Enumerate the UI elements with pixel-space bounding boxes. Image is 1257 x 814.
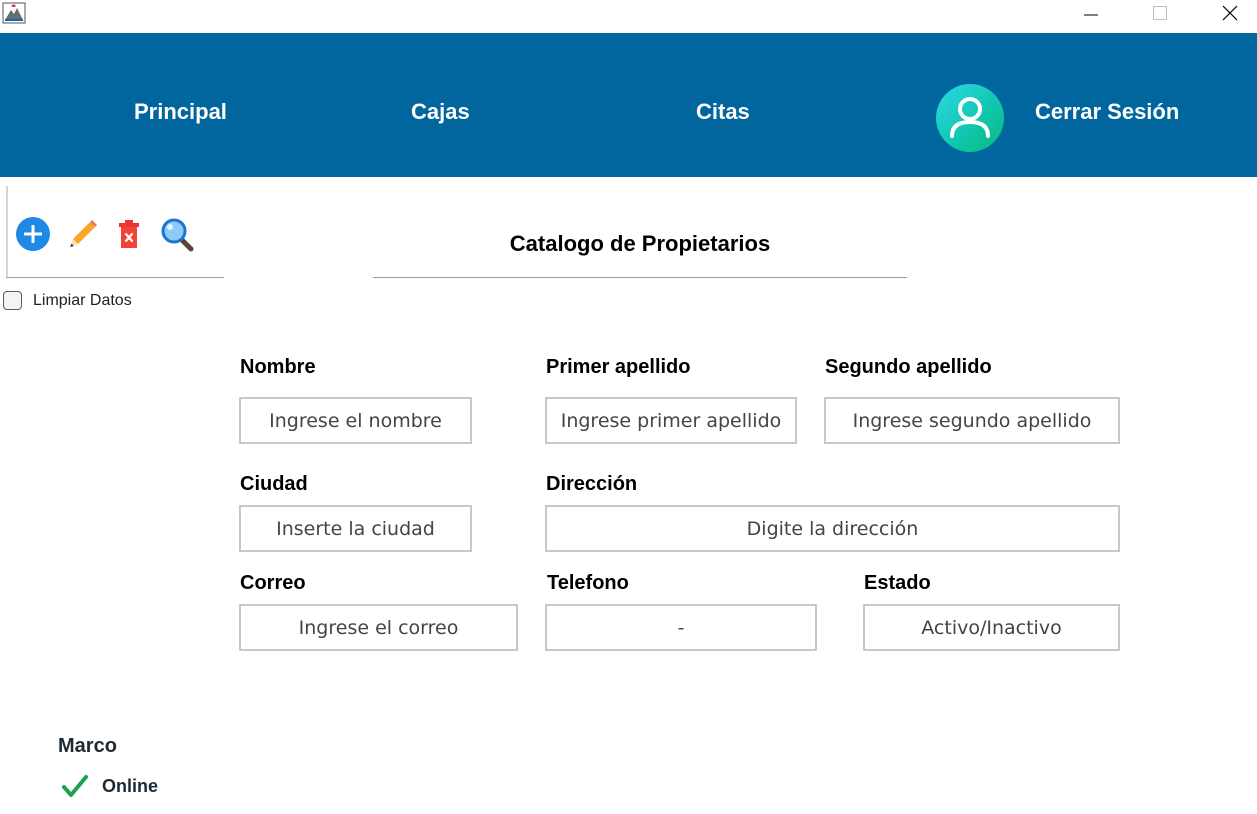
logout-button[interactable]: Cerrar Sesión	[1035, 99, 1179, 125]
close-icon	[1222, 5, 1238, 21]
delete-trash-icon	[119, 220, 139, 248]
top-navbar: Principal Cajas Citas Cerrar Sesión	[0, 33, 1257, 177]
nombre-label: Nombre	[240, 356, 316, 378]
estado-label: Estado	[864, 572, 931, 594]
maximize-icon	[1153, 6, 1167, 20]
close-button[interactable]	[1205, 0, 1255, 26]
nav-principal[interactable]: Principal	[134, 99, 227, 125]
nav-cajas[interactable]: Cajas	[411, 99, 470, 125]
java-app-icon	[2, 2, 26, 24]
user-avatar-icon	[936, 84, 1004, 152]
clear-data-checkbox[interactable]: Limpiar Datos	[3, 291, 132, 310]
checkbox-box[interactable]	[3, 291, 22, 310]
edit-pencil-icon	[70, 220, 97, 247]
ciudad-input[interactable]	[239, 505, 472, 552]
online-check-icon	[62, 775, 88, 797]
page-title: Catalogo de Propietarios	[509, 231, 771, 256]
crud-toolbar	[0, 186, 224, 278]
correo-label: Correo	[240, 572, 306, 594]
current-user-name: Marco	[58, 735, 117, 757]
primer-apellido-input[interactable]	[545, 397, 797, 444]
search-button[interactable]	[158, 216, 196, 254]
toolbar-divider	[6, 277, 224, 278]
window-titlebar	[0, 0, 1257, 33]
nav-citas[interactable]: Citas	[696, 99, 750, 125]
estado-input[interactable]	[863, 604, 1120, 651]
correo-input[interactable]	[239, 604, 518, 651]
maximize-button[interactable]	[1135, 0, 1185, 26]
user-status: Online	[62, 774, 158, 798]
telefono-input[interactable]	[545, 604, 817, 651]
segundo-apellido-input[interactable]	[824, 397, 1120, 444]
search-magnifier-icon	[161, 218, 194, 252]
status-text: Online	[102, 775, 159, 796]
minimize-button[interactable]	[1066, 0, 1116, 26]
edit-button[interactable]	[63, 216, 101, 254]
user-silhouette-icon	[950, 97, 990, 138]
primer-apellido-label: Primer apellido	[546, 356, 691, 378]
nombre-input[interactable]	[239, 397, 472, 444]
title-underline	[373, 277, 907, 278]
toolbar-divider	[6, 186, 8, 278]
add-button[interactable]	[14, 216, 52, 254]
clear-data-label: Limpiar Datos	[33, 291, 132, 309]
direccion-label: Dirección	[546, 473, 638, 495]
direccion-input[interactable]	[545, 505, 1120, 552]
add-icon	[16, 217, 50, 251]
delete-button[interactable]	[110, 216, 148, 254]
ciudad-label: Ciudad	[240, 473, 308, 495]
segundo-apellido-label: Segundo apellido	[825, 356, 992, 378]
telefono-label: Telefono	[547, 572, 629, 594]
minimize-icon	[1084, 14, 1098, 16]
